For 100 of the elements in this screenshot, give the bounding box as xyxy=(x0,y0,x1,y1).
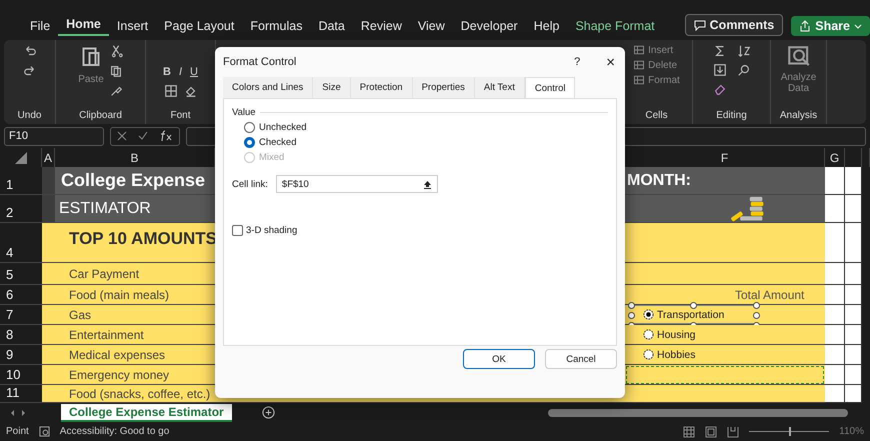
cell-text: ESTIMATOR xyxy=(58,200,151,218)
bold-button[interactable]: B xyxy=(163,66,171,78)
macro-icon xyxy=(38,426,50,437)
radio-icon[interactable] xyxy=(643,329,654,340)
eraser-icon[interactable] xyxy=(712,82,726,96)
page-break-icon[interactable] xyxy=(727,426,740,438)
table-cell[interactable] xyxy=(625,365,825,385)
dialog-tab[interactable]: Size xyxy=(313,77,351,98)
analyze-data-button[interactable]: Analyze Data xyxy=(776,72,820,94)
redo-icon[interactable] xyxy=(22,64,36,78)
menu-tab[interactable]: Data xyxy=(310,17,353,36)
menu-tab[interactable]: Shape Format xyxy=(567,17,663,36)
cancel-button[interactable]: Cancel xyxy=(545,349,617,369)
sheet-nav-icon[interactable] xyxy=(10,408,26,416)
name-box[interactable]: F10 xyxy=(4,126,104,146)
cell-text: Food (snacks, coffee, etc.) xyxy=(68,386,210,400)
menu-tab[interactable]: Developer xyxy=(452,17,526,36)
table-cell xyxy=(825,305,845,325)
table-cell[interactable] xyxy=(625,195,825,223)
option-button[interactable]: Transportation xyxy=(641,308,726,320)
fill-down-icon[interactable] xyxy=(712,63,726,77)
borders-icon[interactable] xyxy=(164,84,178,98)
copy-icon[interactable] xyxy=(108,64,123,78)
menu-tab[interactable]: Insert xyxy=(108,17,156,36)
option-button[interactable]: Housing xyxy=(641,328,698,340)
table-icon[interactable] xyxy=(633,44,646,56)
dialog-tab[interactable]: Alt Text xyxy=(474,77,525,98)
dialog-tab[interactable]: Properties xyxy=(412,77,475,98)
select-all-icon[interactable] xyxy=(14,152,26,164)
table-cell xyxy=(825,223,845,263)
radio-option[interactable]: Checked xyxy=(244,137,608,148)
menu-tab[interactable]: Formulas xyxy=(242,17,310,36)
italic-button[interactable]: I xyxy=(178,66,182,78)
dialog-tab[interactable]: Protection xyxy=(350,77,413,98)
sum-icon[interactable] xyxy=(712,44,726,58)
ok-button[interactable]: OK xyxy=(463,349,535,369)
table-cell xyxy=(825,325,845,345)
group-label: Cells xyxy=(645,110,668,121)
table-cell[interactable]: Transportation xyxy=(625,305,825,325)
table-cell[interactable] xyxy=(625,385,825,403)
table-cell xyxy=(845,285,862,305)
paste-button[interactable]: Paste xyxy=(78,74,104,85)
delete-cells-button[interactable]: Delete xyxy=(633,59,678,71)
table-cell[interactable] xyxy=(625,223,825,263)
comments-button[interactable]: Comments xyxy=(684,14,784,36)
table-cell[interactable]: Total Amount xyxy=(625,285,825,305)
table-cell xyxy=(825,365,845,385)
dialog-tab[interactable]: Colors and Lines xyxy=(223,77,314,98)
cell-text: Gas xyxy=(68,308,92,322)
option-button[interactable]: Hobbies xyxy=(641,348,698,360)
cell-link-field[interactable]: $F$10 xyxy=(276,175,438,193)
menu-tab[interactable]: Review xyxy=(352,17,410,36)
row-header[interactable]: 11 xyxy=(0,385,42,403)
horizontal-scrollbar[interactable] xyxy=(548,408,848,416)
menu-tab[interactable]: Help xyxy=(526,17,568,36)
group-label: Value xyxy=(232,107,256,118)
radio-icon[interactable] xyxy=(643,309,654,320)
table-cell xyxy=(825,345,845,365)
cell-text: Entertainment xyxy=(68,328,144,342)
search-icon[interactable] xyxy=(736,63,750,77)
accessibility-status[interactable]: Accessibility: Good to go xyxy=(60,426,170,437)
brush-icon[interactable] xyxy=(108,84,123,98)
table-cell xyxy=(825,263,845,285)
radio-icon[interactable] xyxy=(643,349,654,360)
add-sheet-icon[interactable] xyxy=(262,406,275,419)
normal-view-icon[interactable] xyxy=(683,426,696,438)
table-cell xyxy=(825,385,845,403)
table-cell[interactable]: Housing xyxy=(625,325,825,345)
radio-option[interactable]: Unchecked xyxy=(244,122,608,133)
underline-button[interactable]: U xyxy=(190,66,198,78)
table-icon[interactable] xyxy=(633,74,646,86)
formula-buttons xyxy=(110,126,180,146)
format-cells-button[interactable]: Format xyxy=(633,74,680,86)
table-cell[interactable]: Hobbies xyxy=(625,345,825,365)
share-button[interactable]: Share xyxy=(791,16,870,36)
collapse-dialog-icon[interactable] xyxy=(422,180,432,188)
close-button[interactable]: × xyxy=(606,54,615,70)
sheet-tab[interactable]: College Expense Estimator xyxy=(61,404,232,422)
menu-tab[interactable]: View xyxy=(410,17,453,36)
cell-text: Food (main meals) xyxy=(68,288,170,302)
table-cell[interactable]: MONTH: xyxy=(625,167,825,195)
table-cell xyxy=(845,223,862,263)
menu-tab[interactable]: File xyxy=(22,17,58,36)
help-button[interactable]: ? xyxy=(574,56,580,68)
table-cell xyxy=(845,345,862,365)
dialog-tab[interactable]: Control xyxy=(524,77,576,98)
cell-text: College Expense xyxy=(60,170,206,191)
shading-checkbox[interactable]: 3-D shading xyxy=(232,225,608,236)
insert-cells-button[interactable]: Insert xyxy=(633,44,674,56)
table-cell xyxy=(825,285,845,305)
page-layout-icon[interactable] xyxy=(705,426,718,438)
zoom-level[interactable]: 110% xyxy=(839,426,864,437)
table-icon[interactable] xyxy=(633,59,646,71)
table-cell[interactable] xyxy=(625,263,825,285)
sort-icon[interactable] xyxy=(736,44,750,58)
fill-icon[interactable] xyxy=(184,84,198,98)
cell-text: Medical expenses xyxy=(68,348,166,362)
menu-tab[interactable]: Home xyxy=(58,15,109,36)
column-header[interactable]: A xyxy=(42,148,55,167)
menu-tab[interactable]: Page Layout xyxy=(156,17,242,36)
